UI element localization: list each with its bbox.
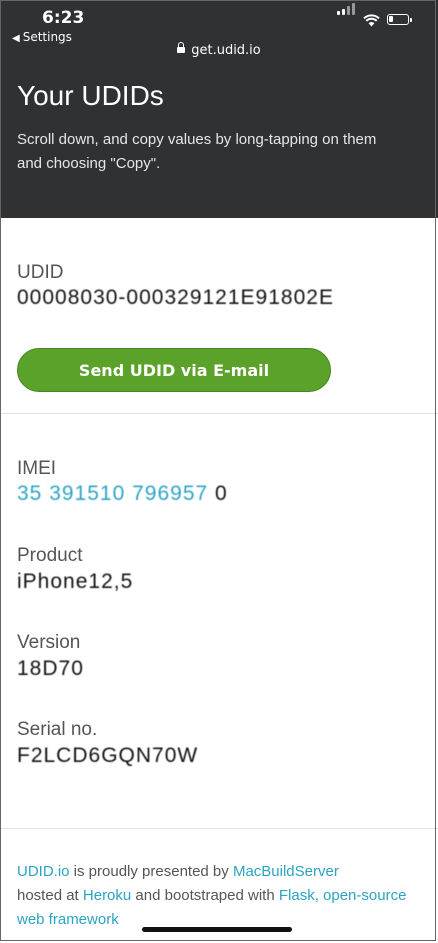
screen-frame — [0, 0, 436, 941]
